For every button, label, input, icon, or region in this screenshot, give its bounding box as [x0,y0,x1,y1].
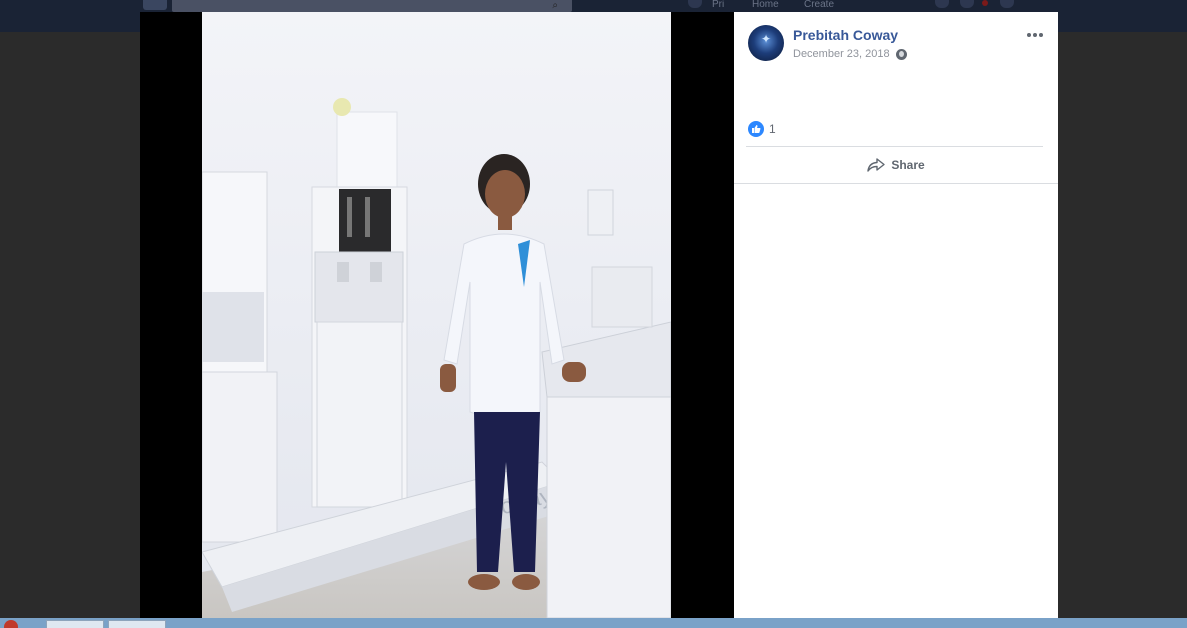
profile-avatar-icon[interactable] [688,0,702,8]
search-icon[interactable]: ⌕ [552,0,558,11]
share-arrow-icon [867,158,886,172]
post-date-link[interactable]: December 23, 2018 [793,48,890,60]
nav-home-link[interactable]: Home [752,0,779,10]
search-input[interactable]: ⌕ [172,0,572,12]
share-label: Share [891,158,925,172]
dot-icon [1033,33,1037,37]
post-photo[interactable]: coway [202,12,671,618]
facebook-logo-icon[interactable] [143,0,167,10]
help-icon[interactable] [1000,0,1014,8]
photo-image: coway [202,12,671,618]
notification-badge-icon[interactable] [982,0,988,6]
nav-create-link[interactable]: Create [804,0,834,10]
like-reaction-icon[interactable] [748,121,764,137]
taskbar-app-button[interactable] [46,620,104,628]
messenger-icon[interactable] [960,0,974,8]
nav-profile-link[interactable]: Pri [712,0,724,10]
dot-icon [1027,33,1031,37]
more-options-button[interactable] [1024,25,1046,45]
globe-icon[interactable] [895,48,907,60]
start-orb-icon[interactable] [4,620,18,628]
photo-stage: coway [140,12,734,618]
post-details-panel: ✦ Prebitah Coway December 23, 2018 1 Sha… [734,12,1058,618]
share-button[interactable]: Share [734,152,1058,178]
dot-icon [1039,33,1043,37]
like-count[interactable]: 1 [769,122,776,136]
reactions-summary[interactable]: 1 [748,121,776,137]
os-taskbar [0,618,1187,628]
post-author-link[interactable]: Prebitah Coway [793,27,898,43]
taskbar-app-button[interactable] [108,620,166,628]
avatar-sparkle-icon: ✦ [761,32,772,46]
post-meta: December 23, 2018 [793,48,907,60]
divider [734,183,1058,184]
friend-requests-icon[interactable] [935,0,949,8]
divider [746,146,1043,147]
author-avatar[interactable]: ✦ [748,25,784,61]
